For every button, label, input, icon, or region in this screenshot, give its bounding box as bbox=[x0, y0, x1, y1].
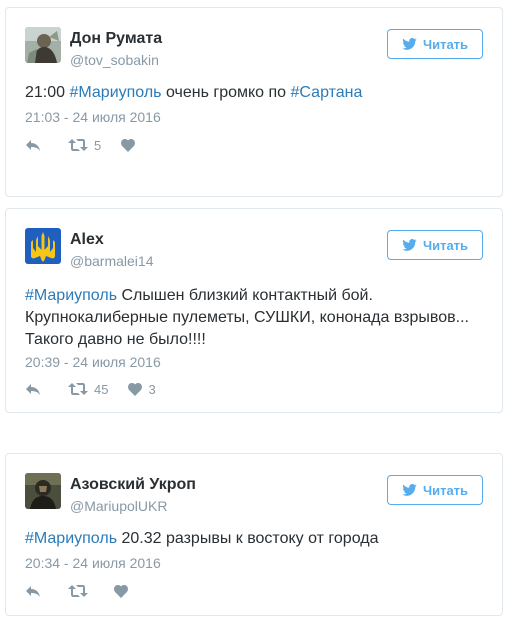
heart-icon bbox=[114, 584, 128, 598]
user-name[interactable]: Alex bbox=[70, 231, 104, 249]
reply-button[interactable] bbox=[25, 138, 41, 152]
tweet-card: Alex @barmalei14 Читать #Мариуполь Слыше… bbox=[5, 208, 503, 413]
tweet-date[interactable]: 21:03 - 24 июля 2016 bbox=[25, 109, 161, 125]
heart-icon bbox=[128, 382, 143, 396]
heart-icon bbox=[121, 138, 136, 152]
user-handle[interactable]: @tov_sobakin bbox=[70, 52, 159, 68]
hashtag-link[interactable]: #Сартана bbox=[291, 84, 363, 101]
user-handle[interactable]: @MariupolUKR bbox=[70, 498, 167, 514]
follow-label: Читать bbox=[422, 36, 469, 52]
retweet-count: 45 bbox=[94, 381, 109, 397]
reply-icon bbox=[26, 140, 40, 151]
tweet-text-segment: 20.32 разрывы к востоку от города bbox=[117, 530, 379, 547]
retweet-icon bbox=[68, 139, 88, 151]
like-button[interactable] bbox=[114, 584, 134, 598]
retweet-count: 5 bbox=[94, 137, 102, 153]
twitter-bird-icon bbox=[402, 38, 417, 50]
avatar[interactable] bbox=[25, 27, 61, 63]
tweet-text-segment: очень громко по bbox=[161, 84, 291, 101]
reply-icon bbox=[26, 586, 40, 597]
twitter-bird-icon bbox=[402, 239, 417, 251]
reply-button[interactable] bbox=[25, 584, 41, 598]
retweet-button[interactable] bbox=[68, 584, 94, 598]
tweet-actions: 5 bbox=[25, 136, 141, 154]
retweet-icon bbox=[68, 383, 88, 395]
like-count: 3 bbox=[148, 381, 156, 397]
follow-button[interactable]: Читать bbox=[387, 475, 483, 505]
follow-label: Читать bbox=[422, 482, 469, 498]
tweet-text: 21:00 #Мариуполь очень громко по #Сартан… bbox=[25, 82, 483, 104]
tweet-date[interactable]: 20:39 - 24 июля 2016 bbox=[25, 354, 161, 370]
tweet-actions: 45 3 bbox=[25, 380, 156, 398]
hashtag-link[interactable]: #Мариуполь bbox=[69, 84, 161, 101]
hashtag-link[interactable]: #Мариуполь bbox=[25, 530, 117, 547]
user-name[interactable]: Дон Румата bbox=[70, 30, 162, 48]
tweet-card: Дон Румата @tov_sobakin Читать 21:00 #Ма… bbox=[5, 7, 503, 197]
like-button[interactable] bbox=[121, 138, 141, 152]
reply-icon bbox=[26, 384, 40, 395]
retweet-button[interactable]: 5 bbox=[68, 138, 101, 153]
retweet-button[interactable]: 45 bbox=[68, 382, 108, 397]
tweet-card: Азовский Укроп @MariupolUKR Читать #Мари… bbox=[5, 453, 503, 616]
user-handle[interactable]: @barmalei14 bbox=[70, 253, 153, 269]
tweet-text-segment: 21:00 bbox=[25, 84, 70, 101]
twitter-bird-icon bbox=[402, 484, 417, 496]
tweet-date[interactable]: 20:34 - 24 июля 2016 bbox=[25, 555, 161, 571]
like-button[interactable]: 3 bbox=[128, 381, 156, 397]
follow-button[interactable]: Читать bbox=[387, 230, 483, 260]
retweet-icon bbox=[68, 585, 88, 597]
hashtag-link[interactable]: #Мариуполь bbox=[25, 287, 117, 304]
avatar[interactable] bbox=[25, 228, 61, 264]
reply-button[interactable] bbox=[25, 382, 41, 396]
follow-label: Читать bbox=[422, 237, 469, 253]
tweet-actions bbox=[25, 582, 134, 600]
tweet-text: #Мариуполь 20.32 разрывы к востоку от го… bbox=[25, 528, 483, 550]
tweet-text: #Мариуполь Слышен близкий контактный бой… bbox=[25, 285, 483, 351]
avatar[interactable] bbox=[25, 473, 61, 509]
user-name[interactable]: Азовский Укроп bbox=[70, 476, 196, 494]
follow-button[interactable]: Читать bbox=[387, 29, 483, 59]
